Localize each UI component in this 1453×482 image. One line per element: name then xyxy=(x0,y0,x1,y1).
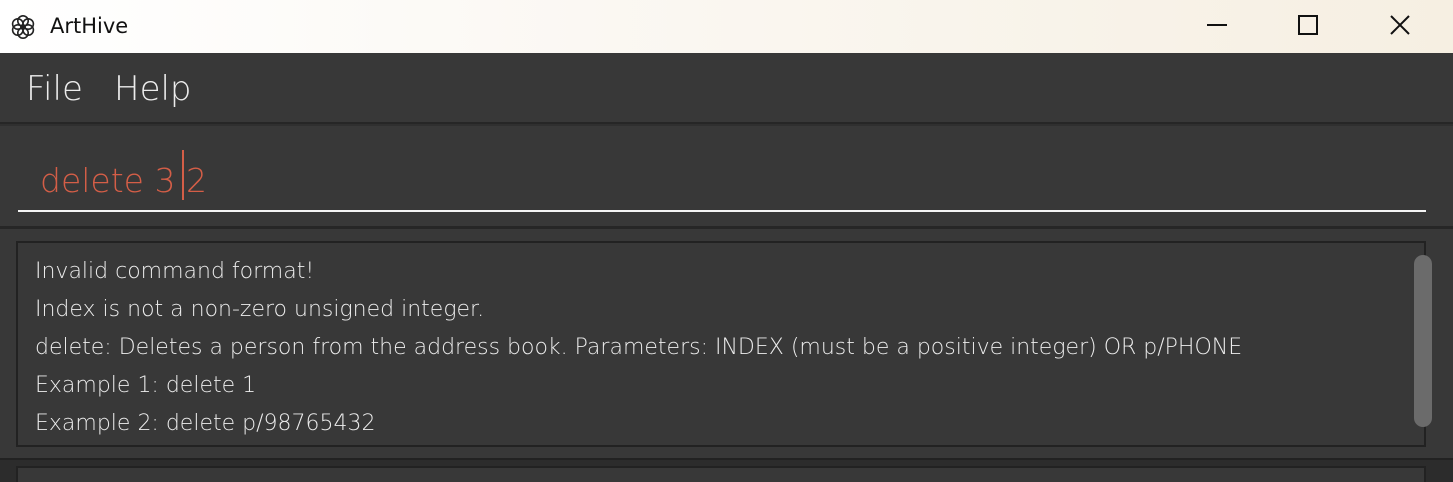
maximize-button[interactable] xyxy=(1262,0,1354,53)
minimize-icon xyxy=(1205,13,1229,41)
result-line: Invalid command format! xyxy=(35,259,315,284)
app-window: ArtHive File Help Invalid command format… xyxy=(0,0,1453,482)
window-title: ArtHive xyxy=(50,14,129,38)
command-box xyxy=(0,126,1453,226)
vertical-scrollbar[interactable] xyxy=(1410,253,1434,435)
result-line: Index is not a non-zero unsigned integer… xyxy=(35,297,485,322)
result-line: Example 1: delete 1 xyxy=(35,373,257,398)
maximize-icon xyxy=(1296,13,1320,41)
close-icon xyxy=(1388,13,1412,41)
close-button[interactable] xyxy=(1354,0,1446,53)
result-display[interactable]: Invalid command format! Index is not a n… xyxy=(16,241,1432,447)
flower-icon xyxy=(8,12,38,42)
result-line: Example 2: delete p/98765432 xyxy=(35,411,376,436)
minimize-button[interactable] xyxy=(1171,0,1263,53)
command-input[interactable] xyxy=(18,146,1426,212)
title-bar[interactable]: ArtHive xyxy=(0,0,1453,53)
list-panel-area xyxy=(0,458,1453,482)
menu-file[interactable]: File xyxy=(26,69,83,109)
menu-bar: File Help xyxy=(0,53,1453,124)
text-caret xyxy=(182,150,184,200)
scrollbar-thumb[interactable] xyxy=(1414,255,1432,427)
list-panel xyxy=(16,466,1426,482)
menu-help[interactable]: Help xyxy=(114,69,192,109)
result-text: Invalid command format! Index is not a n… xyxy=(35,253,1385,443)
result-display-panel: Invalid command format! Index is not a n… xyxy=(0,226,1453,458)
result-line: delete: Deletes a person from the addres… xyxy=(35,335,1243,360)
